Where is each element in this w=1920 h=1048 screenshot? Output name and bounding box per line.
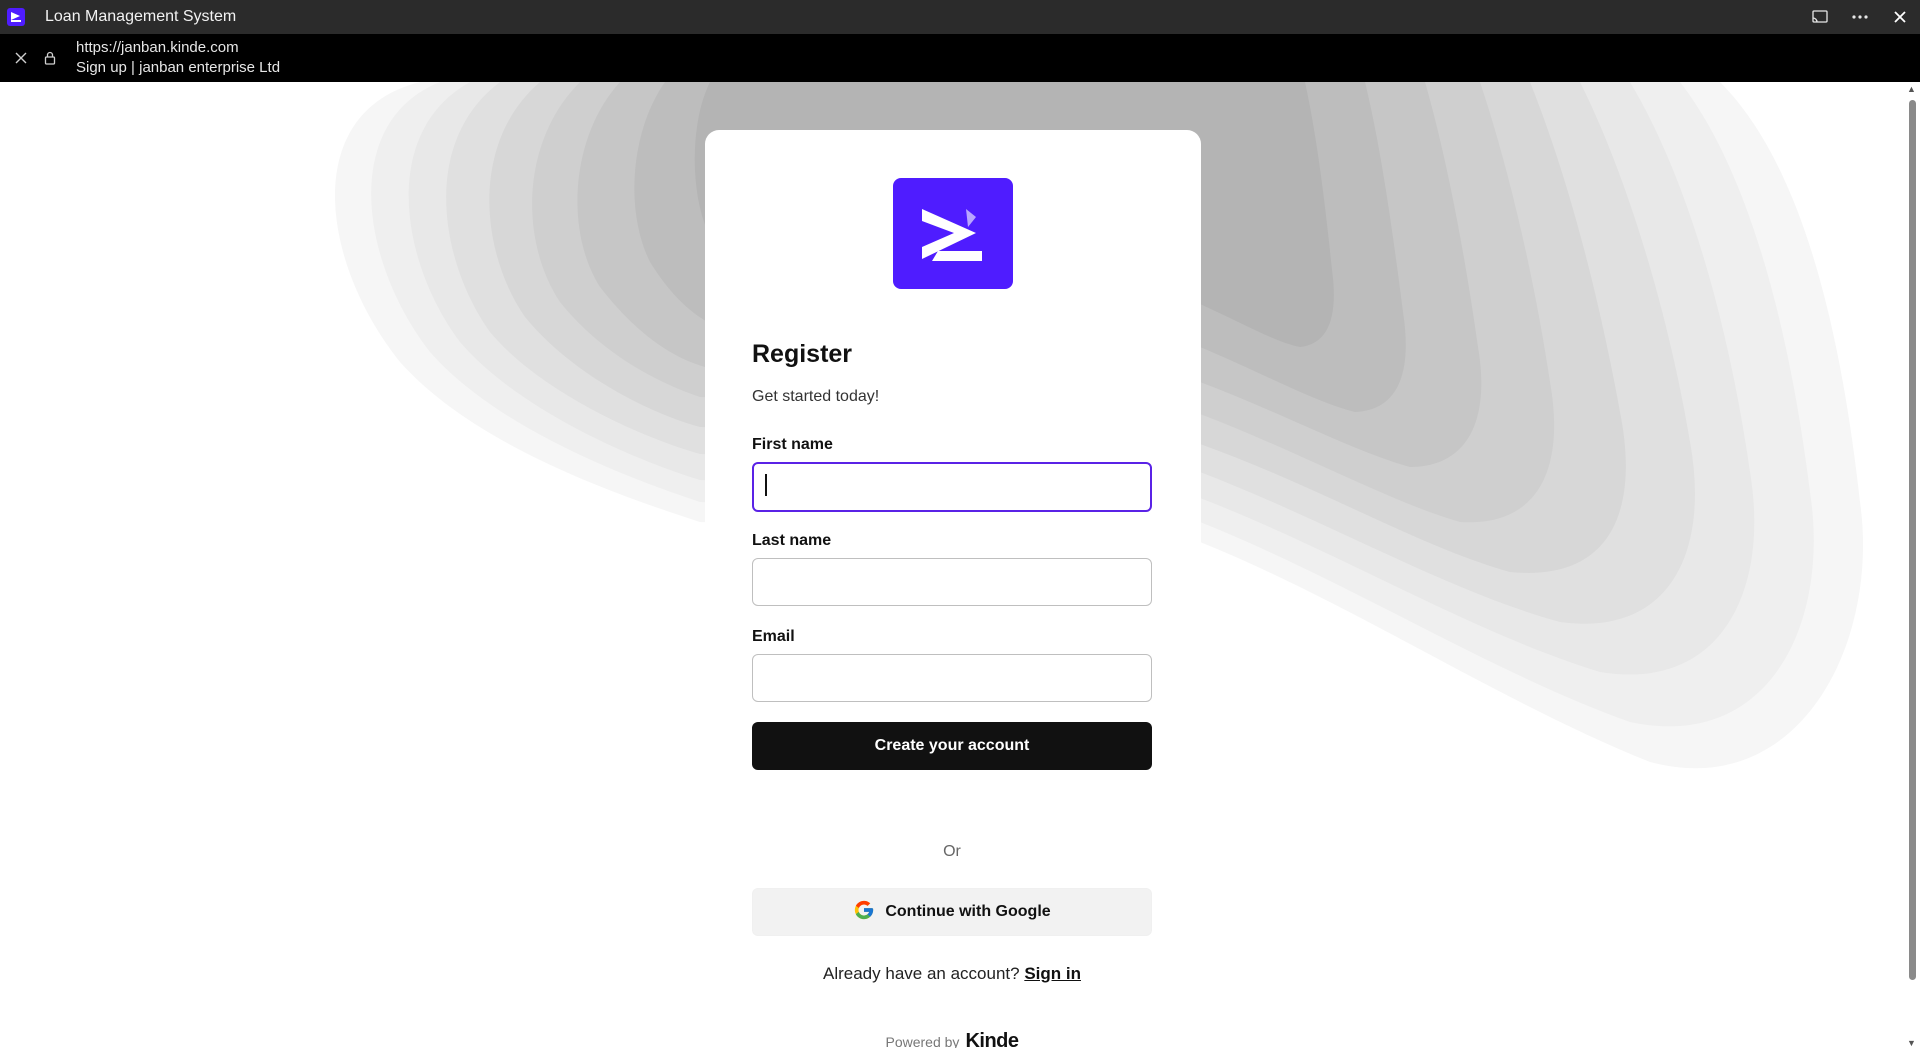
page-heading: Register <box>752 340 853 368</box>
scroll-up-arrow-icon[interactable]: ▲ <box>1907 84 1916 94</box>
url-text[interactable]: https://janban.kinde.com <box>76 38 280 58</box>
create-account-button[interactable]: Create your account <box>752 722 1152 770</box>
register-card: Register Get started today! First name L… <box>705 130 1201 1048</box>
vertical-scrollbar[interactable]: ▲ ▼ <box>1904 82 1920 1048</box>
first-name-input[interactable] <box>752 462 1152 512</box>
google-button-label: Continue with Google <box>885 903 1051 920</box>
app-logo-icon <box>7 8 25 26</box>
last-name-label: Last name <box>752 532 832 549</box>
first-name-label: First name <box>752 436 833 453</box>
window-title: Loan Management System <box>45 8 237 25</box>
lock-icon[interactable] <box>38 51 62 65</box>
email-input[interactable] <box>752 654 1152 702</box>
scroll-down-arrow-icon[interactable]: ▼ <box>1907 1038 1916 1048</box>
continue-with-google-button[interactable]: Continue with Google <box>752 888 1152 936</box>
google-icon <box>853 899 875 926</box>
cast-icon[interactable] <box>1800 0 1840 34</box>
or-divider: Or <box>943 843 961 860</box>
kinde-logo[interactable]: Kinde <box>965 1030 1019 1048</box>
brand-logo-icon <box>893 178 1013 289</box>
stop-loading-icon[interactable] <box>8 52 34 64</box>
more-icon[interactable] <box>1840 0 1880 34</box>
page-subheading: Get started today! <box>752 388 880 405</box>
text-caret <box>765 474 767 496</box>
signin-row: Already have an account? Sign in <box>752 964 1152 984</box>
first-name-field-wrap <box>752 462 1152 512</box>
scrollbar-thumb[interactable] <box>1909 100 1916 980</box>
powered-by-label: Powered by <box>885 1034 960 1048</box>
window-titlebar: Loan Management System <box>0 0 1920 34</box>
powered-by-footer: Powered by Kinde <box>752 1030 1152 1048</box>
last-name-input[interactable] <box>752 558 1152 606</box>
email-label: Email <box>752 628 795 645</box>
page-title-text: Sign up | janban enterprise Ltd <box>76 59 281 76</box>
address-bar: https://janban.kinde.com Sign up | janba… <box>0 34 1920 82</box>
close-icon[interactable] <box>1880 0 1920 34</box>
signin-prompt: Already have an account? <box>823 964 1020 983</box>
web-viewport: ▲ ▼ Register Get started today! First na… <box>0 82 1920 1048</box>
signin-link[interactable]: Sign in <box>1024 964 1081 983</box>
